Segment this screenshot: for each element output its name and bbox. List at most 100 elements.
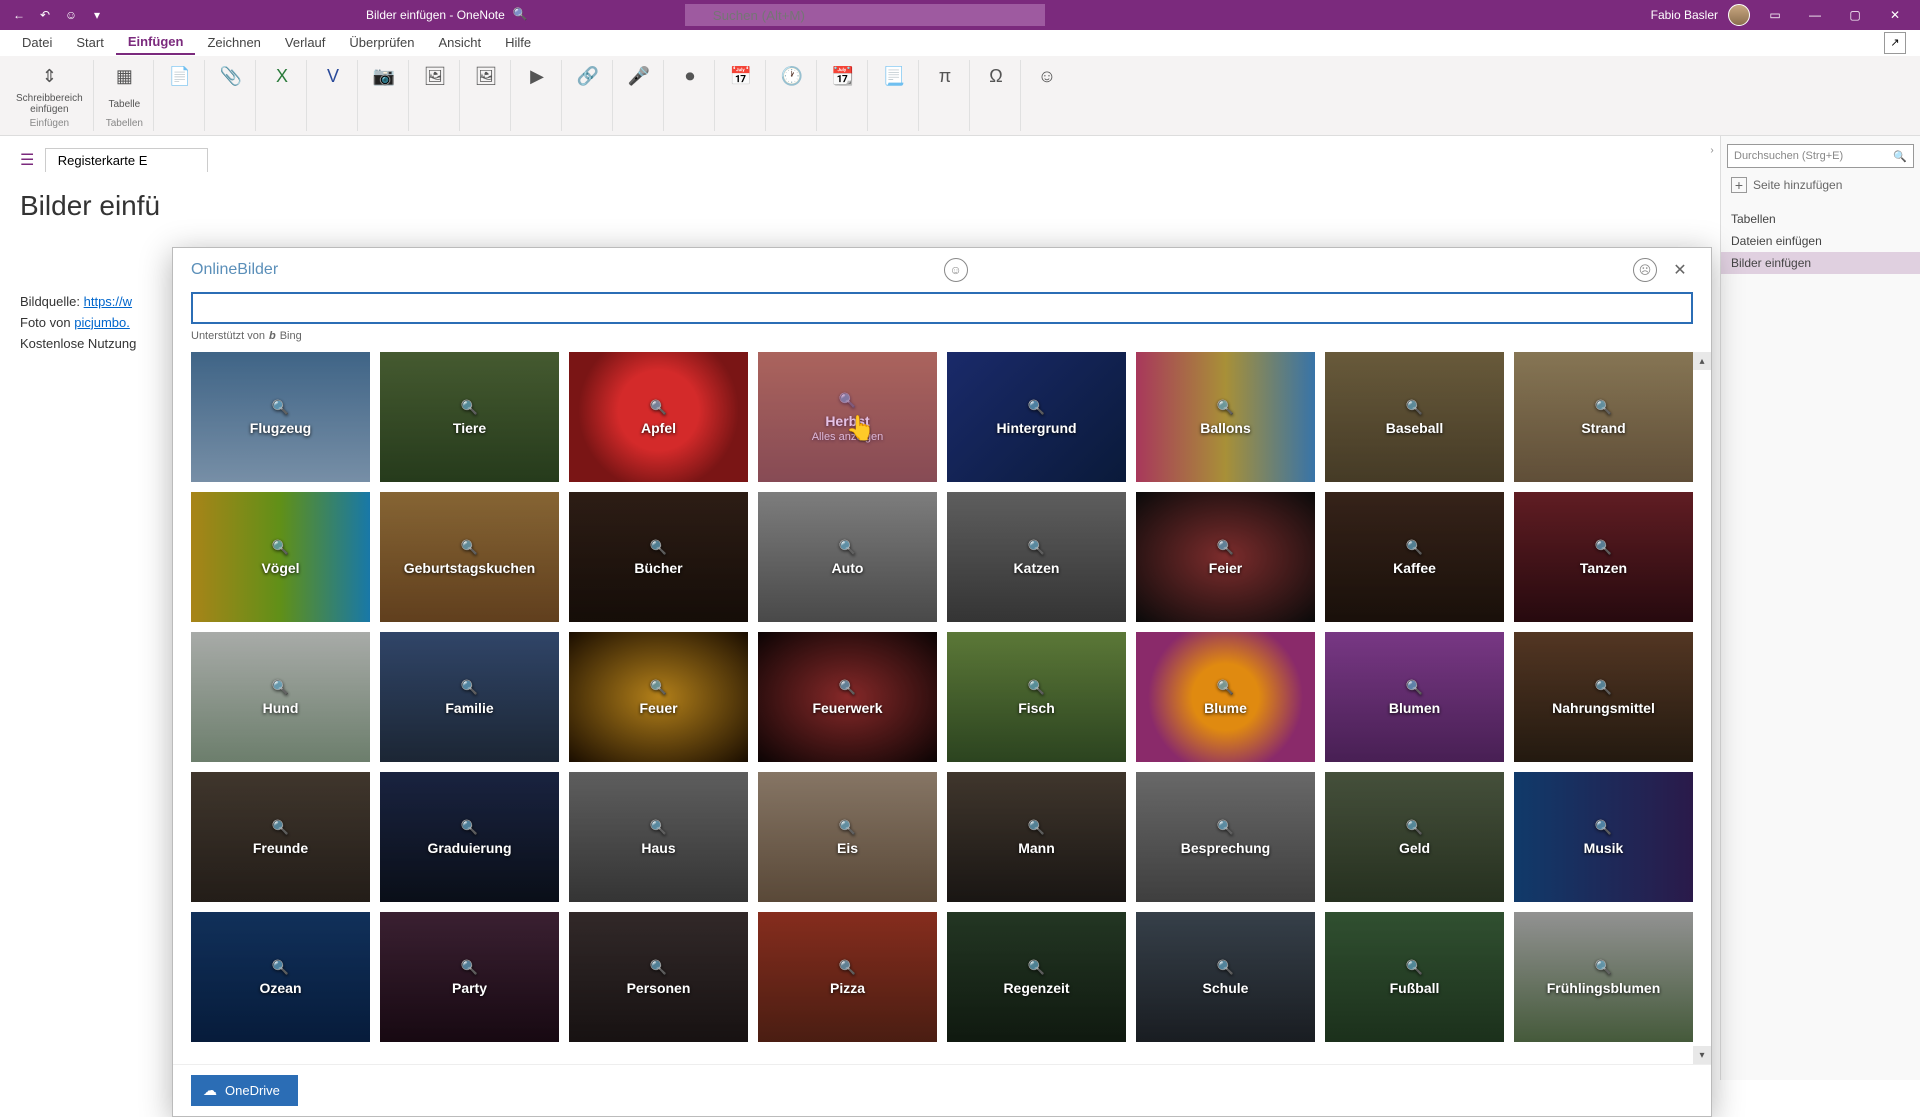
dialog-close-icon[interactable]: ✕ — [1667, 260, 1693, 280]
user-name[interactable]: Fabio Basler — [1651, 8, 1718, 22]
category-tile[interactable]: 🔍Personen — [569, 912, 748, 1042]
ribbon-button-link[interactable]: 🔗 — [564, 60, 613, 131]
source-link[interactable]: https://w — [84, 294, 132, 309]
feedback-sad-icon[interactable]: ☹ — [1633, 258, 1657, 282]
ribbon-button-symbol[interactable]: Ω — [972, 60, 1021, 131]
page-list-item[interactable]: Tabellen — [1721, 208, 1920, 230]
ribbon-button-date[interactable]: 📅 — [717, 60, 766, 131]
ribbon-group-insert-space[interactable]: ⇕ Schreibbereich einfügen Einfügen — [6, 60, 94, 131]
category-tile[interactable]: 🔍Regenzeit — [947, 912, 1126, 1042]
category-tile[interactable]: 🔍Geburtstagskuchen — [380, 492, 559, 622]
category-tile[interactable]: 🔍Flugzeug — [191, 352, 370, 482]
category-tile[interactable]: 🔍Eis — [758, 772, 937, 902]
maximize-icon[interactable]: ▢ — [1840, 8, 1870, 22]
qat-customize-icon[interactable]: ▾ — [88, 8, 106, 22]
category-tile[interactable]: 🔍Graduierung — [380, 772, 559, 902]
category-tile[interactable]: 🔍Kaffee — [1325, 492, 1504, 622]
emoji-icon[interactable]: ☺ — [62, 8, 80, 22]
category-tile[interactable]: 🔍Pizza — [758, 912, 937, 1042]
category-tile[interactable]: 🔍Freunde — [191, 772, 370, 902]
ribbon-button-page[interactable]: 📃 — [870, 60, 919, 131]
ribbon-button-time[interactable]: 🕐 — [768, 60, 817, 131]
category-tile[interactable]: 🔍Familie — [380, 632, 559, 762]
collapse-panel-icon[interactable]: › — [1704, 140, 1720, 160]
undo-icon[interactable]: ↶ — [36, 8, 54, 22]
category-tile[interactable]: 🔍Ballons — [1136, 352, 1315, 482]
ribbon-button-online-picture[interactable]: 🖼 — [462, 60, 511, 131]
ribbon-button-screenshot[interactable]: 📷 — [360, 60, 409, 131]
share-button[interactable]: ↗ — [1884, 32, 1906, 54]
ribbon-button-datetime[interactable]: 📆 — [819, 60, 868, 131]
tab-einfügen[interactable]: Einfügen — [116, 30, 196, 55]
tab-zeichnen[interactable]: Zeichnen — [195, 31, 272, 54]
category-tile[interactable]: 🔍Mann — [947, 772, 1126, 902]
ribbon-button-video[interactable]: ▶ — [513, 60, 562, 131]
category-tile[interactable]: 🔍Besprechung — [1136, 772, 1315, 902]
scroll-up-icon[interactable]: ▴ — [1693, 352, 1711, 370]
tab-überprüfen[interactable]: Überprüfen — [337, 31, 426, 54]
category-tile[interactable]: 🔍Musik — [1514, 772, 1693, 902]
ribbon-button-attach[interactable]: 📎 — [207, 60, 256, 131]
scroll-down-icon[interactable]: ▾ — [1693, 1046, 1711, 1064]
tab-verlauf[interactable]: Verlauf — [273, 31, 337, 54]
global-search-input[interactable] — [685, 4, 1045, 26]
category-tile[interactable]: 🔍Feuerwerk — [758, 632, 937, 762]
ribbon-display-icon[interactable]: ▭ — [1760, 8, 1790, 22]
category-tile[interactable]: 🔍Blumen — [1325, 632, 1504, 762]
ribbon-group-table[interactable]: ▦ Tabelle Tabellen — [96, 60, 154, 131]
ribbon-button-file[interactable]: 📄 — [156, 60, 205, 131]
category-tile[interactable]: 🔍Frühlingsblumen — [1514, 912, 1693, 1042]
image-search-input[interactable] — [201, 294, 1683, 322]
page-list-item[interactable]: Dateien einfügen — [1721, 230, 1920, 252]
category-tile[interactable]: 🔍Party — [380, 912, 559, 1042]
category-tile[interactable]: 🔍HerbstAlles anzeigen👆 — [758, 352, 937, 482]
category-tile[interactable]: 🔍Feuer — [569, 632, 748, 762]
category-tile[interactable]: 🔍Geld — [1325, 772, 1504, 902]
ribbon-button-emoji[interactable]: ☺ — [1023, 60, 1071, 131]
image-search-field[interactable] — [191, 292, 1693, 324]
category-tile[interactable]: 🔍Strand — [1514, 352, 1693, 482]
category-tile[interactable]: 🔍Auto — [758, 492, 937, 622]
ribbon-button-equation[interactable]: π — [921, 60, 970, 131]
category-tile[interactable]: 🔍Fisch — [947, 632, 1126, 762]
category-tile[interactable]: 🔍Haus — [569, 772, 748, 902]
feedback-happy-icon[interactable]: ☺ — [944, 258, 968, 282]
category-tile[interactable]: 🔍Schule — [1136, 912, 1315, 1042]
tab-datei[interactable]: Datei — [10, 31, 64, 54]
section-tab[interactable]: Registerkarte E — [45, 148, 209, 172]
avatar[interactable] — [1728, 4, 1750, 26]
photo-link[interactable]: picjumbo. — [74, 315, 130, 330]
powered-by-label: Unterstützt von b Bing — [191, 330, 1693, 342]
ribbon-button-record[interactable]: ⏺ — [666, 60, 715, 131]
ribbon-button-visio[interactable]: V — [309, 60, 358, 131]
minimize-icon[interactable]: — — [1800, 8, 1830, 22]
category-tile[interactable]: 🔍Vögel — [191, 492, 370, 622]
category-tile[interactable]: 🔍Blume — [1136, 632, 1315, 762]
category-tile[interactable]: 🔍Tiere — [380, 352, 559, 482]
category-tile[interactable]: 🔍Ozean — [191, 912, 370, 1042]
category-tile[interactable]: 🔍Baseball — [1325, 352, 1504, 482]
category-tile[interactable]: 🔍Hund — [191, 632, 370, 762]
category-tile[interactable]: 🔍Apfel — [569, 352, 748, 482]
category-tile[interactable]: 🔍Fußball — [1325, 912, 1504, 1042]
category-tile[interactable]: 🔍Bücher — [569, 492, 748, 622]
tab-start[interactable]: Start — [64, 31, 115, 54]
tab-hilfe[interactable]: Hilfe — [493, 31, 543, 54]
add-page-button[interactable]: + Seite hinzufügen — [1727, 172, 1914, 198]
page-title[interactable]: Bilder einfü — [20, 190, 1700, 222]
category-tile[interactable]: 🔍Tanzen — [1514, 492, 1693, 622]
notebook-nav-icon[interactable]: ☰ — [20, 152, 34, 169]
back-icon[interactable]: ← — [10, 8, 28, 22]
page-search-input[interactable]: Durchsuchen (Strg+E) 🔍 — [1727, 144, 1914, 168]
ribbon-button-excel[interactable]: X — [258, 60, 307, 131]
page-list-item[interactable]: Bilder einfügen — [1721, 252, 1920, 274]
category-tile[interactable]: 🔍Hintergrund — [947, 352, 1126, 482]
category-tile[interactable]: 🔍Feier — [1136, 492, 1315, 622]
category-tile[interactable]: 🔍Katzen — [947, 492, 1126, 622]
tab-ansicht[interactable]: Ansicht — [426, 31, 493, 54]
category-label: Flugzeug — [250, 420, 311, 436]
close-icon[interactable]: ✕ — [1880, 8, 1910, 22]
ribbon-button-picture[interactable]: 🖼 — [411, 60, 460, 131]
ribbon-button-audio[interactable]: 🎤 — [615, 60, 664, 131]
category-tile[interactable]: 🔍Nahrungsmittel — [1514, 632, 1693, 762]
